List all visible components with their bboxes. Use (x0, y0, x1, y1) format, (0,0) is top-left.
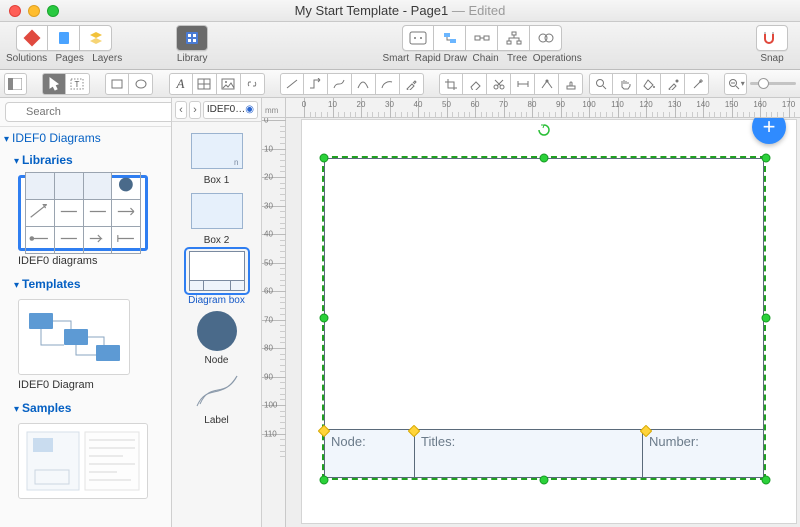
tree-samples[interactable]: Samples (0, 397, 171, 419)
zoom-slider[interactable] (750, 82, 796, 85)
rapid-draw-button[interactable] (434, 25, 466, 51)
tree-root[interactable]: IDEF0 Diagrams (0, 127, 171, 149)
text-tool[interactable]: T (66, 73, 90, 95)
selection-outline (322, 156, 766, 480)
line-tool[interactable] (280, 73, 304, 95)
template-thumb-idef0[interactable] (18, 299, 130, 375)
layers-button[interactable] (80, 25, 112, 51)
eyedropper-tool[interactable] (400, 73, 424, 95)
handle-se[interactable] (762, 476, 771, 485)
pan-tool[interactable] (613, 73, 637, 95)
erase-tool[interactable] (463, 73, 487, 95)
pages-button[interactable] (48, 25, 80, 51)
fill-tool[interactable] (637, 73, 661, 95)
sample-thumb[interactable] (18, 423, 148, 499)
template-thumb-label: IDEF0 Diagram (18, 379, 161, 391)
solutions-button[interactable] (16, 25, 48, 51)
image-tool[interactable] (217, 73, 241, 95)
point-edit-tool[interactable] (535, 73, 559, 95)
text-shape-tool[interactable]: A (169, 73, 193, 95)
lib-fwd-button[interactable]: › (189, 101, 201, 119)
select-tool[interactable] (42, 73, 66, 95)
lib-item-diagram-box[interactable]: Diagram box (178, 250, 255, 306)
library-panel: ‹ › IDEF0…◉ n Box 1 Box 2 Diagram box No… (172, 98, 262, 527)
shape-toolbar: T A ▾ (0, 70, 800, 98)
svg-text:T: T (75, 80, 80, 89)
handle-sw[interactable] (320, 476, 329, 485)
arc-tool[interactable] (376, 73, 400, 95)
chain-button[interactable] (466, 25, 498, 51)
sidebar: IDEF0 Diagrams Libraries IDEF0 diagrams … (0, 98, 172, 527)
lib-item-node[interactable]: Node (178, 310, 255, 366)
tree-button[interactable] (498, 25, 530, 51)
dimension-tool[interactable] (511, 73, 535, 95)
ellipse-tool[interactable] (129, 73, 153, 95)
lib-item-box1[interactable]: n Box 1 (178, 130, 255, 186)
library-label: Library (177, 53, 208, 64)
canvas[interactable]: mm 0102030405060708090100110120130140150… (262, 98, 800, 527)
magic-wand-tool[interactable] (685, 73, 709, 95)
handle-w[interactable] (320, 314, 329, 323)
window-title: My Start Template - Page1 — Edited (0, 3, 800, 18)
crop-tool[interactable] (439, 73, 463, 95)
lib-dropdown[interactable]: IDEF0…◉ (203, 101, 258, 119)
ruler-horizontal: 0102030405060708090100110120130140150160… (286, 98, 800, 118)
handle-nw[interactable] (320, 154, 329, 163)
rect-tool[interactable] (105, 73, 129, 95)
ruler-corner: mm (262, 98, 286, 118)
snap-label: Snap (760, 53, 783, 64)
handle-n[interactable] (540, 154, 549, 163)
sidebar-toggle-button[interactable] (4, 73, 27, 95)
lib-item-box2[interactable]: Box 2 (178, 190, 255, 246)
cut-tool[interactable] (487, 73, 511, 95)
handle-ne[interactable] (762, 154, 771, 163)
handle-e[interactable] (762, 314, 771, 323)
bezier-tool[interactable] (352, 73, 376, 95)
rotate-handle[interactable] (538, 124, 550, 136)
doc-title: My Start Template - Page1 (295, 3, 449, 18)
smart-connector-tool[interactable] (304, 73, 328, 95)
stamp-tool[interactable] (559, 73, 583, 95)
ruler-vertical: 0102030405060708090100110 (262, 118, 286, 527)
main-toolbar: Solutions Pages Layers Library Smart Rap… (0, 22, 800, 70)
color-picker-tool[interactable] (661, 73, 685, 95)
lib-back-button[interactable]: ‹ (175, 101, 187, 119)
operations-button[interactable] (530, 25, 562, 51)
doc-status: Edited (469, 3, 506, 18)
spline-tool[interactable] (328, 73, 352, 95)
zoom-out-button[interactable]: ▾ (724, 73, 747, 95)
library-thumb-idef0[interactable] (18, 175, 148, 251)
smart-button[interactable] (402, 25, 434, 51)
zoom-tool[interactable] (589, 73, 613, 95)
library-button[interactable] (176, 25, 208, 51)
library-thumb-label: IDEF0 diagrams (18, 255, 161, 267)
snap-button[interactable] (756, 25, 788, 51)
search-input[interactable] (5, 102, 172, 122)
tree-templates[interactable]: Templates (0, 273, 171, 295)
lib-item-label[interactable]: Label (178, 370, 255, 426)
tree-libraries[interactable]: Libraries (0, 149, 171, 171)
titlebar: My Start Template - Page1 — Edited (0, 0, 800, 22)
link-tool[interactable] (241, 73, 265, 95)
handle-s[interactable] (540, 476, 549, 485)
table-tool[interactable] (193, 73, 217, 95)
